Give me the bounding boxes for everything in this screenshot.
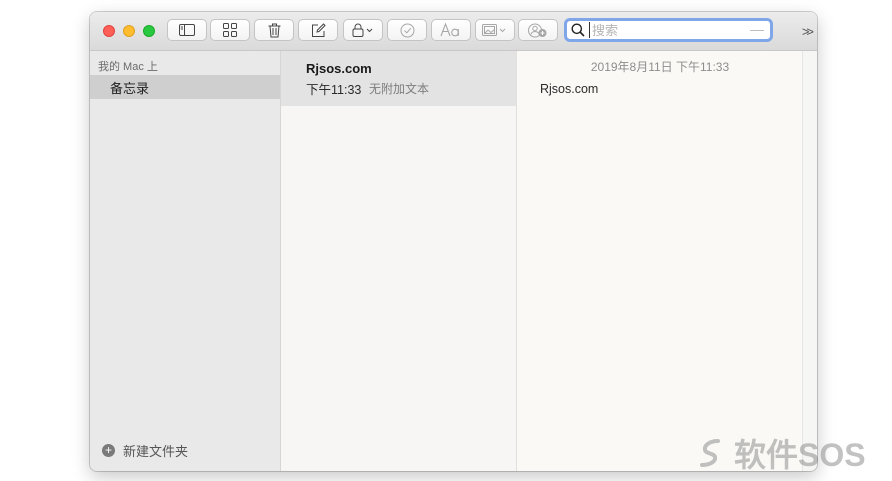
close-button[interactable]	[103, 25, 115, 37]
media-menu-button[interactable]	[475, 19, 515, 41]
toolbar-overflow-button[interactable]: >>	[802, 24, 814, 39]
compose-icon	[311, 22, 326, 37]
search-icon	[571, 23, 585, 37]
watermark: 软件SOS	[696, 430, 866, 476]
toolbar: >>	[90, 12, 817, 51]
watermark-text: 软件SOS	[734, 437, 866, 473]
note-list: Rjsos.com 下午11:33 无附加文本	[281, 51, 517, 471]
trash-icon	[268, 23, 280, 37]
note-body[interactable]: Rjsos.com	[540, 82, 598, 96]
plus-circle-icon: +	[102, 444, 115, 457]
text-format-icon	[440, 23, 459, 37]
note-time: 下午11:33	[306, 83, 362, 97]
delete-button[interactable]	[254, 19, 294, 41]
lock-menu-button[interactable]	[343, 19, 383, 41]
checkmark-circle-icon	[400, 23, 414, 37]
sidebar-header: 我的 Mac 上	[98, 61, 158, 73]
new-folder-button[interactable]: + 新建文件夹	[102, 441, 188, 460]
editor-scrollbar[interactable]	[802, 51, 817, 471]
note-date: 2019年8月11日 下午11:33	[590, 60, 730, 74]
add-people-button[interactable]	[518, 19, 558, 41]
note-title: Rjsos.com	[306, 61, 372, 76]
minimize-button[interactable]	[123, 25, 135, 37]
zoom-button[interactable]	[143, 25, 155, 37]
add-person-icon	[528, 23, 547, 37]
note-preview: 无附加文本	[369, 82, 430, 96]
search-input[interactable]	[589, 22, 752, 38]
format-button[interactable]	[431, 19, 471, 41]
toggle-sidebar-button[interactable]	[167, 19, 207, 41]
photo-icon	[482, 24, 506, 36]
search-field[interactable]	[564, 18, 773, 42]
sidebar-icon	[179, 24, 195, 36]
watermark-logo-icon	[700, 439, 720, 467]
sidebar-item-notes[interactable]: 备忘录	[90, 75, 280, 99]
grid-icon	[223, 23, 237, 37]
lock-icon	[352, 23, 373, 37]
new-note-button[interactable]	[298, 19, 338, 41]
sidebar: 我的 Mac 上 备忘录 + 新建文件夹	[90, 51, 281, 471]
checklist-button[interactable]	[387, 19, 427, 41]
sidebar-item-label: 备忘录	[110, 80, 150, 96]
notes-window: >> 我的 Mac 上 备忘录 + 新建文件夹 Rjsos.com 下午11:3…	[90, 12, 817, 471]
gallery-view-button[interactable]	[210, 19, 250, 41]
new-folder-label: 新建文件夹	[123, 444, 189, 459]
note-list-item[interactable]: Rjsos.com 下午11:33 无附加文本	[281, 51, 516, 106]
note-editor[interactable]: 2019年8月11日 下午11:33 Rjsos.com	[517, 51, 803, 471]
search-clear-indicator	[750, 30, 764, 31]
